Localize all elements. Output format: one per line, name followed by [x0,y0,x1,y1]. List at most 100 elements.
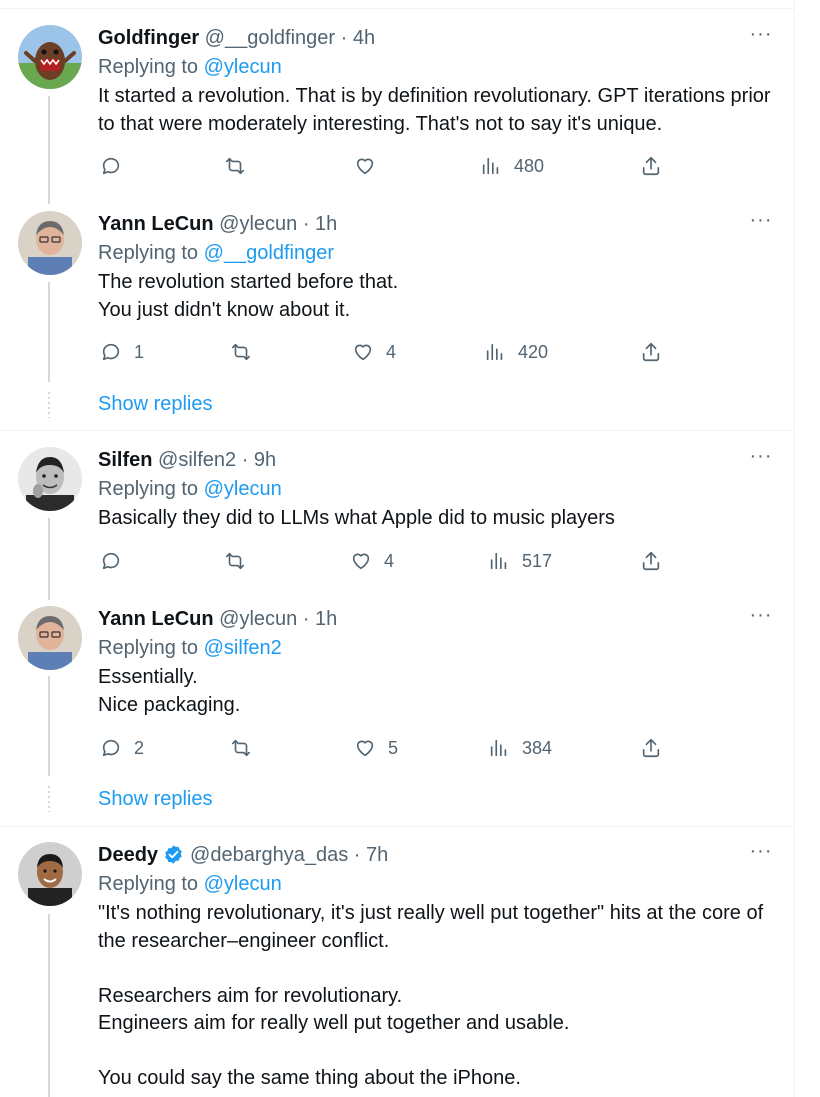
more-options-icon[interactable]: ··· [748,841,774,868]
reply-mention-link[interactable]: @ylecun [204,56,282,78]
author-name[interactable]: Yann LeCun [98,213,214,235]
replying-to: Replying to @__goldfinger [98,240,334,266]
tweet-time[interactable]: · 4h [341,27,375,49]
like-button[interactable] [354,153,388,179]
tweet-text: The revolution started before that. You … [98,271,399,321]
reply-mention-link[interactable]: @ylecun [204,873,282,895]
avatar[interactable] [18,447,82,511]
show-replies-link[interactable]: Show replies [98,391,213,417]
retweet-button[interactable] [230,735,252,761]
author-name[interactable]: Silfen [98,449,152,471]
share-button[interactable] [640,153,662,179]
verified-badge-icon [165,845,182,864]
author-handle[interactable]: @silfen2 [158,449,236,471]
retweet-button[interactable] [230,339,252,365]
deedy-avatar-image [18,842,82,906]
tweet-header: Goldfinger @__goldfinger · 4h [98,25,375,51]
reply-count: 2 [134,737,145,758]
retweet-icon [231,343,251,361]
views-count: 517 [522,550,553,571]
like-button[interactable]: 5 [354,735,398,761]
tweet-header: Yann LeCun @ylecun · 1h [98,211,337,237]
reply-button[interactable]: 2 [100,735,144,761]
author-name[interactable]: Deedy [98,844,158,866]
like-button[interactable]: 4 [350,548,394,574]
views-button[interactable]: 480 [480,153,544,179]
avatar[interactable] [18,211,82,275]
author-handle[interactable]: @debarghya_das [190,844,348,866]
yann-lecun-avatar-image [18,211,82,275]
tweet[interactable]: Goldfinger @__goldfinger · 4h ··· Replyi… [0,24,794,185]
share-button[interactable] [640,735,662,761]
thread-dots [48,786,50,812]
views-button[interactable]: 384 [488,735,552,761]
more-options-icon[interactable]: ··· [748,24,774,51]
reply-button[interactable]: 1 [100,339,144,365]
silfen-avatar-image [18,447,82,511]
tweet-time[interactable]: · 1h [303,213,337,235]
views-count: 480 [514,155,545,176]
tweet-text: It started a revolution. That is by defi… [98,85,771,135]
reply-icon [102,343,120,361]
show-replies-link[interactable]: Show replies [98,786,213,812]
tweet-text: Essentially. Nice packaging. [98,666,241,716]
like-count: 4 [384,550,395,571]
action-bar: 1 4 420 [98,339,778,365]
share-button[interactable] [640,339,662,365]
replying-to: Replying to @silfen2 [98,635,282,661]
views-icon [486,343,503,361]
replying-label: Replying to [98,478,199,500]
reply-button[interactable] [100,548,134,574]
thread-dots [48,392,50,418]
heart-icon [354,344,372,361]
tweet[interactable]: Silfen @silfen2 · 9h ··· Replying to @yl… [0,446,794,587]
reply-button[interactable] [100,153,134,179]
heart-icon [356,740,374,757]
views-button[interactable]: 420 [484,339,548,365]
author-name[interactable]: Yann LeCun [98,608,214,630]
views-button[interactable]: 517 [488,548,552,574]
tweet-time[interactable]: · 1h [303,608,337,630]
like-count: 4 [386,341,397,362]
author-name[interactable]: Goldfinger [98,27,199,49]
tweet[interactable]: Yann LeCun @ylecun · 1h ··· Replying to … [0,210,794,371]
tweet-text: Basically they did to LLMs what Apple di… [98,507,615,529]
more-options-icon[interactable]: ··· [748,446,774,473]
tweet-time[interactable]: · 9h [242,449,276,471]
author-handle[interactable]: @ylecun [219,608,297,630]
replying-to: Replying to @ylecun [98,871,282,897]
heart-icon [356,158,374,175]
avatar[interactable] [18,842,82,906]
reply-mention-link[interactable]: @__goldfinger [204,242,334,264]
share-button[interactable] [640,548,662,574]
author-handle[interactable]: @__goldfinger [205,27,335,49]
replying-label: Replying to [98,637,199,659]
views-count: 384 [522,737,553,758]
more-options-icon[interactable]: ··· [748,605,774,632]
retweet-button[interactable] [224,548,246,574]
like-button[interactable]: 4 [352,339,396,365]
retweet-icon [225,552,245,570]
like-count: 5 [388,737,399,758]
reply-icon [102,739,120,757]
avatar[interactable] [18,606,82,670]
action-bar: 2 5 384 [98,735,778,761]
replying-label: Replying to [98,873,199,895]
tweet[interactable]: Deedy @debarghya_das · 7h ··· Replying to… [0,841,794,1092]
share-icon [642,156,660,176]
tweet[interactable]: Yann LeCun @ylecun · 1h ··· Replying to … [0,605,794,766]
share-icon [642,738,660,758]
reply-mention-link[interactable]: @ylecun [204,478,282,500]
separator [0,430,794,431]
avatar[interactable] [18,25,82,89]
tweet-time[interactable]: · 7h [354,844,388,866]
reply-icon [102,157,120,175]
reply-count: 1 [134,341,145,362]
retweet-button[interactable] [224,153,246,179]
retweet-icon [231,739,251,757]
reply-mention-link[interactable]: @silfen2 [204,637,282,659]
share-icon [642,342,660,362]
author-handle[interactable]: @ylecun [219,213,297,235]
timeline-border [794,0,795,1097]
more-options-icon[interactable]: ··· [748,210,774,237]
